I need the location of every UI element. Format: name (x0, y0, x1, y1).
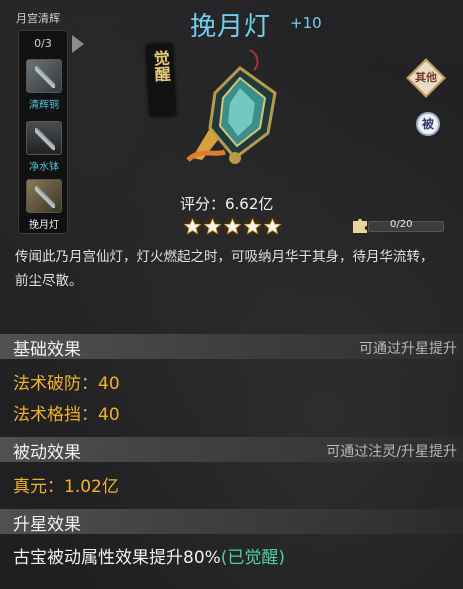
item-description: 传闻此乃月宫仙灯，灯火燃起之时，可吸纳月华于其身，待月华流转，前尘尽散。 (15, 249, 434, 289)
star-icon (263, 217, 282, 236)
section-starup-effect: 升星效果 (0, 509, 463, 535)
bowl-icon (26, 121, 62, 155)
starup-effect-text: 古宝被动属性效果提升80%(已觉醒) (13, 543, 285, 568)
item-name: 挽月灯 (190, 12, 272, 42)
awaken-badge: 觉醒 (146, 43, 176, 117)
stat-spell-penetration: 法术破防：40 (13, 374, 120, 394)
section-title: 被动效果 (13, 443, 81, 463)
set-item-qinghuitong[interactable]: 清辉铜 (25, 59, 63, 111)
starup-effect-desc: 古宝被动属性效果提升80% (13, 548, 221, 568)
awakened-status: (已觉醒) (220, 548, 286, 568)
set-count: 0/3 (34, 37, 52, 50)
category-other-label: 其他 (415, 71, 437, 84)
star-icon (203, 217, 222, 236)
category-other-icon[interactable]: 其他 (406, 58, 446, 98)
section-passive-effect: 被动效果 可通过注灵/升星提升 (0, 437, 463, 463)
set-item-label: 净水钵 (29, 162, 59, 173)
set-item-jingshuibo[interactable]: 净水钵 (25, 121, 63, 173)
star-icon (223, 217, 242, 236)
passive-tag-icon[interactable]: 被 (416, 112, 440, 136)
section-basic-effect: 基础效果 可通过升星提升 (0, 334, 463, 360)
expand-arrow-icon[interactable] (72, 35, 84, 53)
score: 评分：6.62亿 (180, 195, 274, 213)
lantern-icon (186, 49, 277, 164)
set-item-label: 清辉铜 (29, 100, 59, 111)
set-title: 月宫清辉 (16, 12, 60, 25)
section-title: 升星效果 (13, 515, 81, 535)
set-list: 0/3 清辉铜 净水钵 挽月灯 (18, 30, 68, 234)
set-item-wanyuedeng[interactable]: 挽月灯 (25, 179, 63, 231)
star-icon (183, 217, 202, 236)
lamp-icon (26, 179, 62, 213)
item-level: +10 (290, 14, 322, 32)
awaken-badge-text: 觉醒 (150, 49, 172, 83)
stat-true-essence: 真元：1.02亿 (13, 477, 119, 497)
section-title: 基础效果 (13, 340, 81, 360)
section-hint: 可通过注灵/升星提升 (326, 444, 457, 460)
stat-spell-block: 法术格挡：40 (13, 405, 120, 425)
item-detail-panel: 月宫清辉 0/3 清辉铜 净水钵 挽月灯 挽月灯 +10 觉醒 其他 被 评分：… (0, 0, 463, 589)
star-icon (243, 217, 262, 236)
spear-icon (26, 59, 62, 93)
set-item-label: 挽月灯 (29, 220, 59, 231)
fragment-progress-text: 0/20 (390, 219, 413, 230)
star-rating (183, 217, 283, 240)
section-hint: 可通过升星提升 (359, 341, 457, 357)
puzzle-piece-icon (353, 218, 367, 233)
